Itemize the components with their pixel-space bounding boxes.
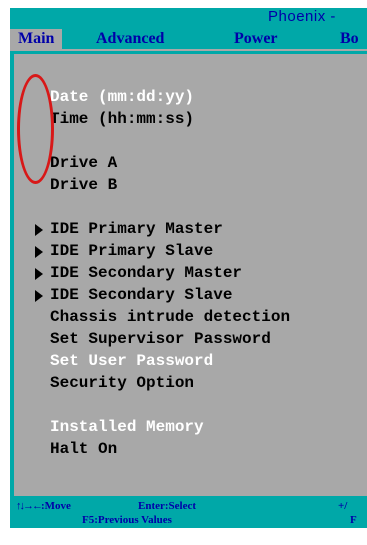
ide-secondary-slave-item[interactable]: IDE Secondary Slave: [35, 284, 233, 306]
chassis-intrude-item[interactable]: Chassis intrude detection: [50, 306, 290, 328]
menu-bar: Main Advanced Power Bo: [10, 29, 367, 49]
time-item[interactable]: Time (hh:mm:ss): [50, 108, 194, 130]
security-option-item[interactable]: Security Option: [50, 372, 194, 394]
ide-secondary-master-item[interactable]: IDE Secondary Master: [35, 262, 243, 284]
halt-on-item[interactable]: Halt On: [50, 438, 117, 460]
ide-primary-slave-item[interactable]: IDE Primary Slave: [35, 240, 214, 262]
title-bar: Phoenix -: [10, 8, 367, 25]
tab-boot[interactable]: Bo: [340, 29, 359, 49]
move-hint: :Move: [41, 500, 71, 512]
drive-b-item[interactable]: Drive B: [50, 174, 117, 196]
arrow-keys-icon: ↑↓→←: [16, 500, 43, 512]
menu-divider: [10, 49, 367, 51]
tab-main[interactable]: Main: [10, 29, 63, 49]
f-key-hint: F: [350, 514, 357, 526]
f5-hint: F5:Previous Values: [82, 514, 172, 526]
installed-memory-item: Installed Memory: [50, 418, 204, 436]
tab-advanced[interactable]: Advanced: [96, 29, 164, 49]
main-panel: Date (mm:dd:yy) Time (hh:mm:ss) Drive A …: [14, 54, 367, 496]
footer-line-1: ↑↓→←:Move: [16, 500, 71, 512]
footer-help-bar: ↑↓→←:Move Enter:Select +/ F5:Previous Va…: [10, 498, 367, 528]
ide-primary-master-item[interactable]: IDE Primary Master: [35, 218, 223, 240]
ide-secondary-master-label: IDE Secondary Master: [50, 264, 243, 282]
tab-power[interactable]: Power: [234, 29, 278, 49]
bios-title: Phoenix -: [268, 8, 336, 25]
user-password-item[interactable]: Set User Password: [50, 350, 213, 372]
date-item[interactable]: Date (mm:dd:yy): [50, 86, 194, 108]
red-circle-annotation: [17, 74, 54, 184]
supervisor-password-item[interactable]: Set Supervisor Password: [50, 328, 271, 350]
ide-primary-master-label: IDE Primary Master: [50, 220, 223, 238]
bios-screen: Phoenix - Main Advanced Power Bo Date (m…: [10, 8, 367, 528]
plus-minus-hint: +/: [338, 500, 348, 512]
ide-primary-slave-label: IDE Primary Slave: [50, 242, 214, 260]
triangle-right-icon: [35, 290, 43, 302]
drive-a-item[interactable]: Drive A: [50, 152, 117, 174]
ide-secondary-slave-label: IDE Secondary Slave: [50, 286, 233, 304]
triangle-right-icon: [35, 268, 43, 280]
triangle-right-icon: [35, 224, 43, 236]
enter-hint: Enter:Select: [138, 500, 197, 512]
triangle-right-icon: [35, 246, 43, 258]
